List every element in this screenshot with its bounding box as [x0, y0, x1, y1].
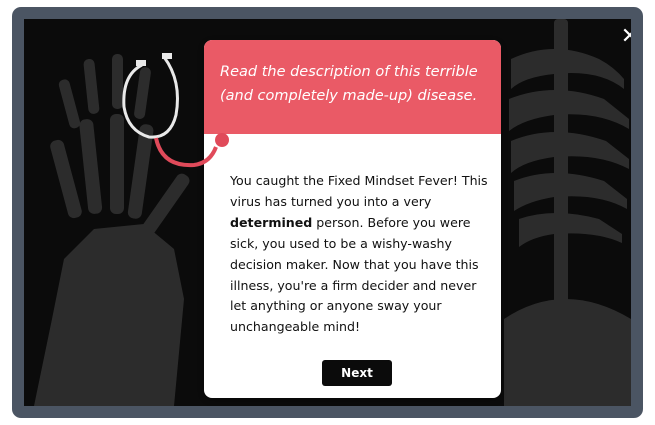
card-header: Read the description of this terrible (a… [204, 40, 501, 134]
next-button[interactable]: Next [322, 360, 392, 386]
description-part-2: person. Before you were sick, you used t… [230, 214, 479, 335]
close-icon[interactable]: ✕ [620, 26, 631, 48]
card-header-text: Read the description of this terrible (a… [220, 64, 478, 104]
activity-screen: ✕ Read the description of this terrible … [24, 19, 631, 406]
description-bold-word: determined [230, 214, 313, 230]
description-part-1: You caught the Fixed Mindset Fever! This… [230, 173, 488, 209]
disease-card: Read the description of this terrible (a… [204, 40, 501, 398]
disease-description: You caught the Fixed Mindset Fever! This… [230, 171, 492, 338]
device-frame: ✕ Read the description of this terrible … [12, 7, 643, 418]
